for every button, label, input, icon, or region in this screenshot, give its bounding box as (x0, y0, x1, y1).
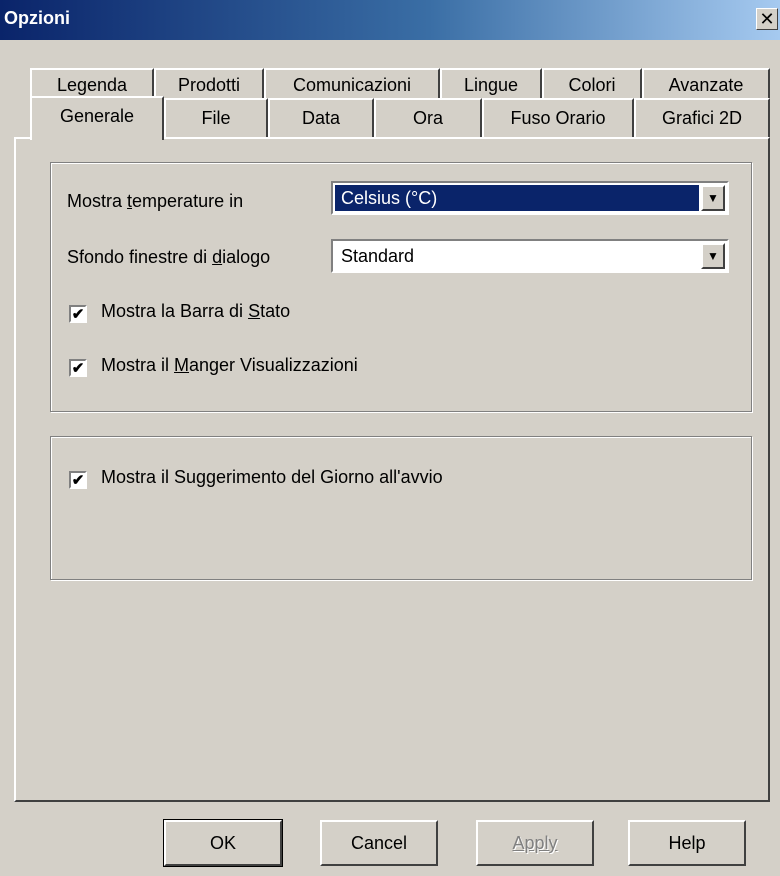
tip-of-day-checkbox[interactable]: ✔ (69, 471, 87, 489)
tab-label: Generale (59, 106, 135, 126)
tab-prodotti[interactable]: Prodotti (154, 68, 264, 102)
tab-label: Colori (568, 75, 616, 95)
temperature-label: Mostra temperature in (67, 191, 244, 211)
startup-tips-group: ✔ Mostra il Suggerimento del Giorno all'… (50, 436, 752, 580)
tip-of-day-label[interactable]: Mostra il Suggerimento del Giorno all'av… (101, 467, 443, 488)
background-dropdown-button[interactable]: ▼ (701, 243, 725, 269)
tab-colori[interactable]: Colori (542, 68, 642, 102)
tab-ora[interactable]: Ora (374, 98, 482, 138)
tab-comunicazioni[interactable]: Comunicazioni (264, 68, 440, 102)
status-bar-label[interactable]: Mostra la Barra di Stato (101, 301, 290, 322)
tab-label: Comunicazioni (292, 75, 412, 95)
display-settings-group: Mostra temperature in Celsius (°C) ▼ Sfo… (50, 162, 752, 412)
tab-label: Ora (412, 108, 443, 128)
close-icon: ✕ (759, 9, 775, 29)
dialog-background-select[interactable]: Standard ▼ (331, 239, 729, 273)
tab-label: File (201, 108, 231, 128)
apply-button[interactable]: Apply (476, 820, 594, 866)
tab-label: Lingue (463, 75, 519, 95)
window-title: Opzioni (4, 8, 70, 28)
tab-label: Grafici 2D (661, 108, 742, 128)
chevron-down-icon: ▼ (707, 191, 719, 205)
tab-data[interactable]: Data (268, 98, 374, 138)
close-button[interactable]: ✕ (756, 8, 778, 30)
temperature-unit-value: Celsius (°C) (335, 185, 699, 211)
check-icon: ✔ (71, 471, 85, 489)
check-icon: ✔ (71, 305, 85, 323)
tab-file[interactable]: File (164, 98, 268, 138)
temperature-dropdown-button[interactable]: ▼ (701, 185, 725, 211)
help-button[interactable]: Help (628, 820, 746, 866)
tab-label: Prodotti (177, 75, 241, 95)
temperature-unit-select[interactable]: Celsius (°C) ▼ (331, 181, 729, 215)
dialog-background-label: Sfondo finestre di dialogo (67, 247, 271, 267)
status-bar-checkbox[interactable]: ✔ (69, 305, 87, 323)
tab-grafici-2d[interactable]: Grafici 2D (634, 98, 770, 138)
tab-label: Avanzate (668, 75, 744, 95)
tab-avanzate[interactable]: Avanzate (642, 68, 770, 102)
dialog-background-value: Standard (341, 246, 415, 266)
check-icon: ✔ (71, 359, 85, 377)
title-bar: Opzioni ✕ (0, 0, 780, 40)
cancel-button[interactable]: Cancel (320, 820, 438, 866)
chevron-down-icon: ▼ (707, 249, 719, 263)
tab-label: Data (301, 108, 341, 128)
ok-button[interactable]: OK (163, 819, 283, 867)
tab-fuso-orario[interactable]: Fuso Orario (482, 98, 634, 138)
tab-panel-generale: Mostra temperature in Celsius (°C) ▼ Sfo… (14, 137, 770, 802)
view-manager-label[interactable]: Mostra il Manger Visualizzazioni (101, 355, 358, 376)
tab-lingue[interactable]: Lingue (440, 68, 542, 102)
view-manager-checkbox[interactable]: ✔ (69, 359, 87, 377)
tab-generale[interactable]: Generale (30, 96, 164, 140)
tab-label: Fuso Orario (510, 108, 606, 128)
